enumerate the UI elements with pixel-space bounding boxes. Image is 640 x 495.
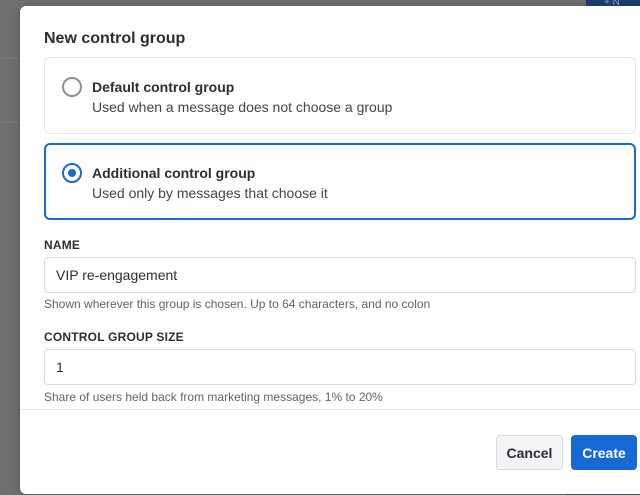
- option-description: Used when a message does not choose a gr…: [92, 99, 393, 115]
- create-button[interactable]: Create: [571, 435, 637, 470]
- footer-divider: [20, 409, 640, 410]
- radio-unchecked-icon[interactable]: [62, 77, 82, 97]
- name-helper-text: Shown wherever this group is chosen. Up …: [44, 297, 431, 311]
- dialog-title: New control group: [44, 30, 186, 47]
- radio-checked-icon[interactable]: [62, 163, 82, 183]
- background-divider: [0, 122, 20, 123]
- background-divider: [0, 58, 20, 59]
- option-label: Additional control group: [92, 165, 256, 181]
- option-description: Used only by messages that choose it: [92, 185, 328, 201]
- default-control-group-option[interactable]: Default control group Used when a messag…: [44, 57, 636, 134]
- control-group-size-label: CONTROL GROUP SIZE: [44, 330, 184, 344]
- name-input[interactable]: [44, 257, 636, 293]
- name-field-label: NAME: [44, 238, 81, 252]
- cancel-button[interactable]: Cancel: [496, 435, 563, 470]
- new-control-group-dialog: New control group Default control group …: [20, 6, 640, 494]
- size-helper-text: Share of users held back from marketing …: [44, 390, 383, 404]
- additional-control-group-option[interactable]: Additional control group Used only by me…: [44, 143, 636, 220]
- control-group-size-input[interactable]: [44, 349, 636, 385]
- option-label: Default control group: [92, 79, 235, 95]
